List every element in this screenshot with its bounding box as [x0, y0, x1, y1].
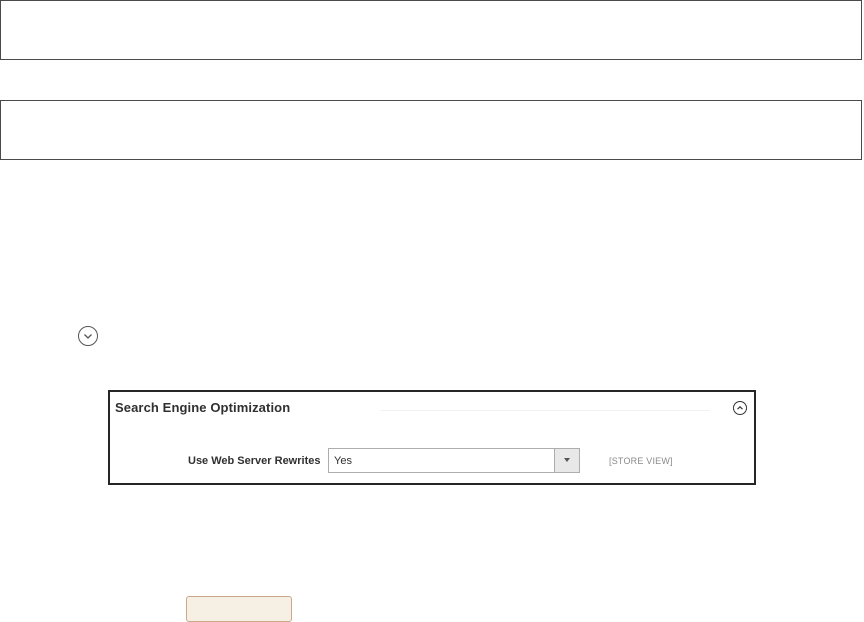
seo-section-panel: Search Engine Optimization Use Web Serve…	[108, 390, 756, 485]
store-view-scope-label: [STORE VIEW]	[609, 456, 673, 466]
top-panel-bar	[0, 0, 862, 60]
select-value: Yes	[334, 455, 352, 467]
second-panel-bar	[0, 100, 862, 160]
divider	[380, 410, 710, 411]
save-config-button[interactable]	[186, 596, 292, 622]
seo-section-title: Search Engine Optimization	[115, 400, 291, 415]
expand-section-toggle[interactable]	[78, 326, 98, 346]
collapse-section-toggle[interactable]	[733, 401, 747, 415]
chevron-down-icon	[84, 334, 92, 339]
web-server-rewrites-select[interactable]: Yes	[328, 448, 580, 473]
select-arrow-button[interactable]	[554, 449, 579, 472]
page: Search Engine Optimization Use Web Serve…	[0, 0, 864, 622]
web-server-rewrites-label: Use Web Server Rewrites	[188, 455, 321, 467]
caret-down-icon	[564, 458, 570, 462]
chevron-up-icon	[737, 406, 743, 410]
